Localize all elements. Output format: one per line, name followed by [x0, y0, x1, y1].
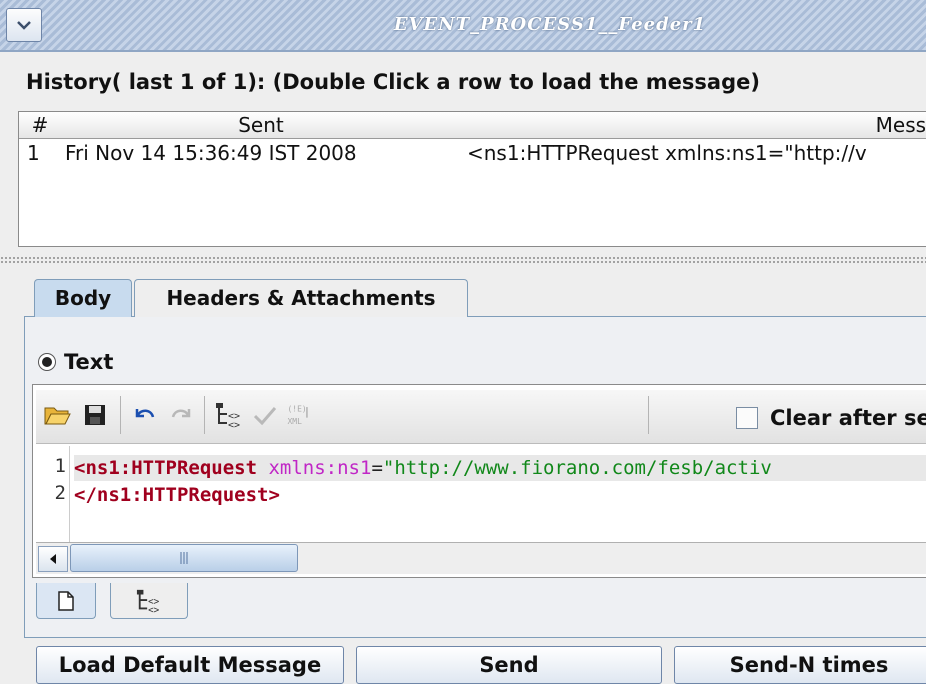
undo-icon[interactable]	[130, 400, 160, 430]
line-number: 2	[54, 482, 66, 504]
validate-check-icon[interactable]	[250, 400, 280, 430]
row-number: 1	[27, 141, 40, 165]
tree-view-tab[interactable]: <> <>	[110, 583, 188, 619]
xml-open-tag: <ns1:HTTPRequest	[74, 457, 258, 479]
load-default-message-button[interactable]: Load Default Message	[36, 646, 344, 684]
scrollbar-thumb[interactable]	[70, 544, 298, 572]
chevron-down-icon	[17, 21, 31, 30]
column-header-number[interactable]: #	[19, 112, 62, 139]
history-table[interactable]: # Sent Messag 1 Fri Nov 14 15:36:49 IST …	[18, 111, 926, 247]
svg-text:<>: <>	[148, 605, 160, 614]
split-pane-divider[interactable]	[0, 256, 926, 264]
send-n-times-button[interactable]: Send-N times	[674, 646, 926, 684]
row-message: <ns1:HTTPRequest xmlns:ns1="http://v	[467, 141, 867, 165]
line-number-gutter: 1 2	[36, 446, 70, 542]
column-header-sent[interactable]: Sent	[61, 112, 462, 139]
column-header-message[interactable]: Messag	[461, 112, 926, 139]
window-menu-button[interactable]	[6, 8, 42, 42]
svg-text:<>: <>	[228, 420, 240, 429]
line-number: 1	[54, 455, 66, 477]
grip-icon	[180, 552, 188, 564]
toolbar-separator	[204, 396, 205, 434]
toolbar-separator	[120, 396, 121, 434]
xml-tree-icon: <><>	[136, 589, 160, 614]
tab-body[interactable]: Body	[34, 279, 132, 317]
open-folder-icon[interactable]	[42, 400, 72, 430]
xml-encode-icon[interactable]: (!E) XML	[284, 400, 314, 430]
xml-tree-icon[interactable]: <> <>	[214, 400, 244, 430]
checkbox-label: Clear after se	[770, 406, 926, 430]
tab-headers-attachments[interactable]: Headers & Attachments	[134, 279, 468, 317]
checkbox[interactable]	[736, 407, 758, 429]
toolbar-separator	[648, 396, 649, 434]
window-title: EVENT_PROCESS1__Feeder1	[393, 14, 707, 35]
save-icon[interactable]	[80, 400, 110, 430]
xml-equals: =	[371, 457, 383, 479]
xml-attribute: xmlns:ns1	[268, 457, 372, 479]
xml-attribute-value: "http://www.fiorano.com/fesb/activ	[382, 457, 772, 479]
svg-text:XML: XML	[288, 417, 303, 426]
radio-label: Text	[64, 350, 114, 374]
text-radio-option[interactable]: Text	[38, 350, 113, 374]
radio-button[interactable]	[38, 353, 56, 371]
scroll-left-button[interactable]	[38, 546, 68, 572]
clear-after-send-checkbox[interactable]: Clear after se	[736, 406, 926, 430]
arrow-left-icon	[50, 554, 56, 564]
redo-icon[interactable]	[166, 400, 196, 430]
svg-text:(!E): (!E)	[288, 404, 307, 413]
code-line[interactable]: </ns1:HTTPRequest>	[74, 482, 926, 508]
xml-close-tag: </ns1:HTTPRequest>	[74, 484, 280, 506]
history-label: History( last 1 of 1): (Double Click a r…	[26, 70, 760, 94]
text-view-tab[interactable]	[36, 583, 96, 619]
code-line[interactable]: <ns1:HTTPRequest xmlns:ns1="http://www.f…	[74, 455, 926, 481]
row-sent: Fri Nov 14 15:36:49 IST 2008	[65, 141, 357, 165]
document-icon	[58, 590, 74, 611]
send-button[interactable]: Send	[356, 646, 662, 684]
